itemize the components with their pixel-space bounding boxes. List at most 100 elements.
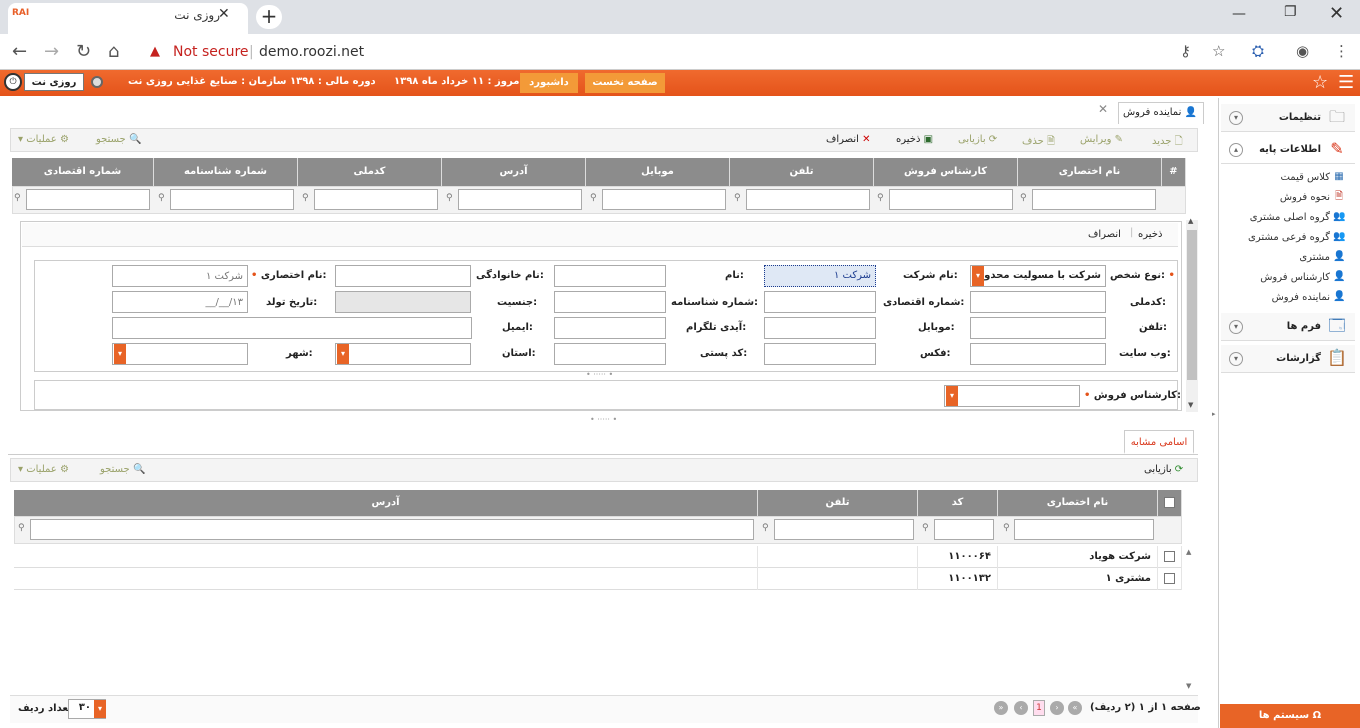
- company-name-input[interactable]: شرکت ۱: [764, 265, 876, 287]
- new-tab-icon[interactable]: +: [256, 5, 282, 29]
- page-tab-sales-rep[interactable]: نماینده فروش 👤: [1118, 102, 1204, 124]
- telegram-input[interactable]: [554, 317, 666, 339]
- last-page-icon[interactable]: »: [994, 701, 1008, 715]
- filter-input[interactable]: [170, 189, 294, 210]
- id-no-input[interactable]: [554, 291, 666, 313]
- filter-icon[interactable]: ⚲: [762, 523, 769, 533]
- person-type-select[interactable]: شرکت با مسولیت محدود: [970, 265, 1106, 287]
- row-select-cell[interactable]: [1158, 546, 1182, 568]
- refresh-button[interactable]: بازیابی ⟳: [958, 134, 997, 145]
- similar-search-button[interactable]: جستجو 🔍: [100, 464, 145, 475]
- save-button[interactable]: ذخیره ▣: [896, 134, 933, 145]
- power-icon[interactable]: ⏻: [4, 73, 22, 91]
- maximize-icon[interactable]: ❐: [1284, 4, 1297, 20]
- filter-icon[interactable]: ⚲: [1003, 523, 1010, 533]
- filter-input[interactable]: [889, 189, 1013, 210]
- filter-icon[interactable]: ⚲: [1020, 193, 1027, 203]
- search-button[interactable]: جستجو 🔍: [96, 134, 141, 145]
- chevron-down-icon[interactable]: ▾: [1229, 352, 1243, 366]
- next-page-icon[interactable]: ›: [1050, 701, 1064, 715]
- column-header[interactable]: نام اختصاری: [998, 490, 1158, 516]
- extension-icon[interactable]: ⛭: [1252, 42, 1264, 60]
- window-close-icon[interactable]: ✕: [1329, 3, 1344, 24]
- chevron-up-icon[interactable]: ▴: [1229, 143, 1243, 157]
- sidebar-section-settings[interactable]: تنظیمات ▾ 🗀: [1221, 104, 1355, 132]
- table-row[interactable]: مشتری ۱ ۱۱۰۰۱۳۲: [14, 568, 1182, 590]
- sidebar-item-sales-rep[interactable]: نماینده فروش 👤: [1221, 291, 1351, 311]
- home-icon[interactable]: ⌂: [108, 41, 119, 62]
- url-input[interactable]: demo.roozi.net: [259, 44, 364, 60]
- home-page-button[interactable]: صفحه نخست: [585, 73, 665, 93]
- row-checkbox[interactable]: [1164, 550, 1175, 562]
- dropdown-arrow-icon[interactable]: ▾: [972, 266, 984, 286]
- filter-input[interactable]: [1014, 519, 1154, 540]
- form-save-button[interactable]: ذخیره: [1138, 229, 1162, 240]
- city-select[interactable]: [112, 343, 248, 365]
- chevron-down-icon[interactable]: ▾: [1229, 320, 1243, 334]
- similar-refresh-button[interactable]: بازیابی ⟳: [1144, 464, 1183, 475]
- filter-icon[interactable]: ⚲: [877, 193, 884, 203]
- column-header[interactable]: کد: [918, 490, 998, 516]
- key-icon[interactable]: ⚷: [1180, 42, 1191, 60]
- scroll-up-icon[interactable]: ▲: [1188, 217, 1193, 225]
- filter-input[interactable]: [314, 189, 438, 210]
- select-all-header[interactable]: [1158, 490, 1182, 516]
- minimize-icon[interactable]: —: [1232, 6, 1246, 22]
- similar-operations-menu[interactable]: ▾ عملیات ⚙: [18, 464, 69, 475]
- bookmark-star-icon[interactable]: ☆: [1212, 42, 1225, 60]
- favorites-star-icon[interactable]: ☆: [1312, 72, 1328, 93]
- province-select[interactable]: [335, 343, 471, 365]
- sidebar-collapse-handle[interactable]: ▸: [1212, 410, 1218, 430]
- filter-input[interactable]: [26, 189, 150, 210]
- first-page-icon[interactable]: «: [1068, 701, 1082, 715]
- filter-input[interactable]: [30, 519, 754, 540]
- website-input[interactable]: [970, 343, 1106, 365]
- panel-splitter-handle[interactable]: • ····· •: [590, 415, 617, 424]
- scroll-up-icon[interactable]: ▲: [1186, 548, 1191, 556]
- column-header[interactable]: کارشناس فروش: [874, 158, 1018, 186]
- column-header[interactable]: آدرس: [442, 158, 586, 186]
- filter-input[interactable]: [602, 189, 726, 210]
- filter-input[interactable]: [774, 519, 914, 540]
- first-name-input[interactable]: [554, 265, 666, 287]
- sidebar-item-sales-method[interactable]: نحوه فروش 🗎: [1221, 191, 1351, 211]
- phone-input[interactable]: [970, 317, 1106, 339]
- sidebar-section-base-info[interactable]: اطلاعات پایه ▴ ✎: [1221, 136, 1355, 164]
- chevron-down-icon[interactable]: ▾: [1229, 111, 1243, 125]
- dashboard-button[interactable]: داشبورد: [520, 73, 578, 93]
- row-select-cell[interactable]: [1158, 568, 1182, 590]
- brand-button[interactable]: روزی نت: [24, 73, 84, 91]
- new-button[interactable]: جدید 🗋: [1152, 134, 1183, 151]
- filter-input[interactable]: [458, 189, 582, 210]
- column-header[interactable]: تلفن: [758, 490, 918, 516]
- filter-icon[interactable]: ⚲: [302, 193, 309, 203]
- filter-icon[interactable]: ⚲: [734, 193, 741, 203]
- short-name-input[interactable]: [112, 265, 248, 287]
- current-page[interactable]: 1: [1033, 700, 1045, 716]
- sidebar-section-reports[interactable]: گزارشات ▾ 📋: [1221, 345, 1355, 373]
- filter-input[interactable]: [746, 189, 870, 210]
- column-header[interactable]: تلفن: [730, 158, 874, 186]
- forward-icon[interactable]: →: [44, 41, 59, 62]
- tab-similar-names[interactable]: اسامی مشابه: [1124, 430, 1194, 454]
- dropdown-arrow-icon[interactable]: ▾: [337, 344, 349, 364]
- sidebar-section-forms[interactable]: فرم ها ▾ 🗔: [1221, 313, 1355, 341]
- filter-icon[interactable]: ⚲: [590, 193, 597, 203]
- column-header[interactable]: شماره اقتصادی: [12, 158, 154, 186]
- warning-icon[interactable]: ▲: [150, 44, 160, 59]
- systems-button[interactable]: سیستم ها Ω: [1220, 704, 1360, 728]
- fax-input[interactable]: [764, 343, 876, 365]
- form-scrollbar-thumb[interactable]: [1187, 230, 1197, 380]
- column-header[interactable]: شماره شناسنامه: [154, 158, 298, 186]
- column-header[interactable]: موبایل: [586, 158, 730, 186]
- reload-icon[interactable]: ↻: [76, 41, 91, 62]
- dropdown-arrow-icon[interactable]: ▾: [946, 386, 958, 406]
- splitter-handle[interactable]: • ····· •: [586, 370, 613, 379]
- scroll-down-icon[interactable]: ▼: [1188, 401, 1193, 409]
- economic-no-input[interactable]: [764, 291, 876, 313]
- scroll-down-icon[interactable]: ▼: [1186, 682, 1191, 690]
- page-tab-close-icon[interactable]: ✕: [1098, 102, 1108, 116]
- profile-avatar-icon[interactable]: ◉: [1296, 42, 1309, 60]
- gender-select[interactable]: [335, 291, 471, 313]
- filter-icon[interactable]: ⚲: [922, 523, 929, 533]
